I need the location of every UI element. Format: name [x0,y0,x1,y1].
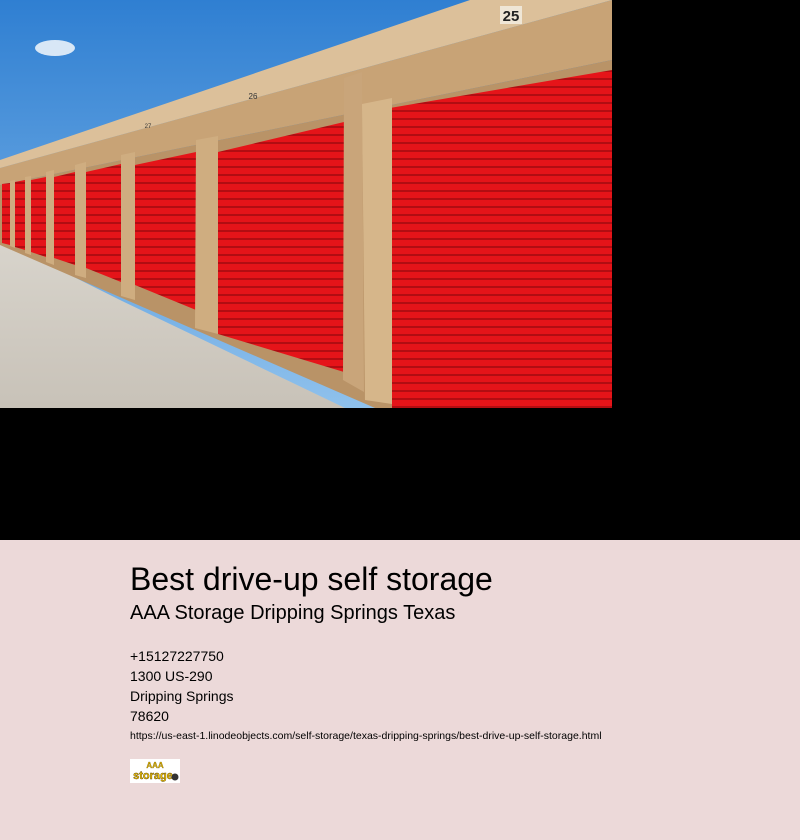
svg-text:storage: storage [133,770,173,782]
svg-text:AAA: AAA [146,761,164,770]
aaa-storage-logo[interactable]: AAA storage [130,759,180,783]
page-url-link[interactable]: https://us-east-1.linodeobjects.com/self… [130,729,602,743]
unit-number-26: 26 [249,92,258,101]
zip-code: 78620 [130,708,169,724]
street-address: 1300 US-290 [130,668,213,684]
unit-number-27: 27 [145,124,152,130]
phone-number[interactable]: +15127227750 [130,647,224,665]
storage-units-photo: 25 26 27 [0,0,612,408]
city: Dripping Springs [130,688,234,704]
business-name: AAA Storage Dripping Springs Texas [130,602,456,624]
logo-image: AAA storage [130,759,180,783]
unit-number-25: 25 [503,8,520,25]
hero-section: 25 26 27 [0,0,800,540]
business-info-panel: Best drive-up self storage AAA Storage D… [0,540,800,840]
page-title: Best drive-up self storage [130,561,493,597]
